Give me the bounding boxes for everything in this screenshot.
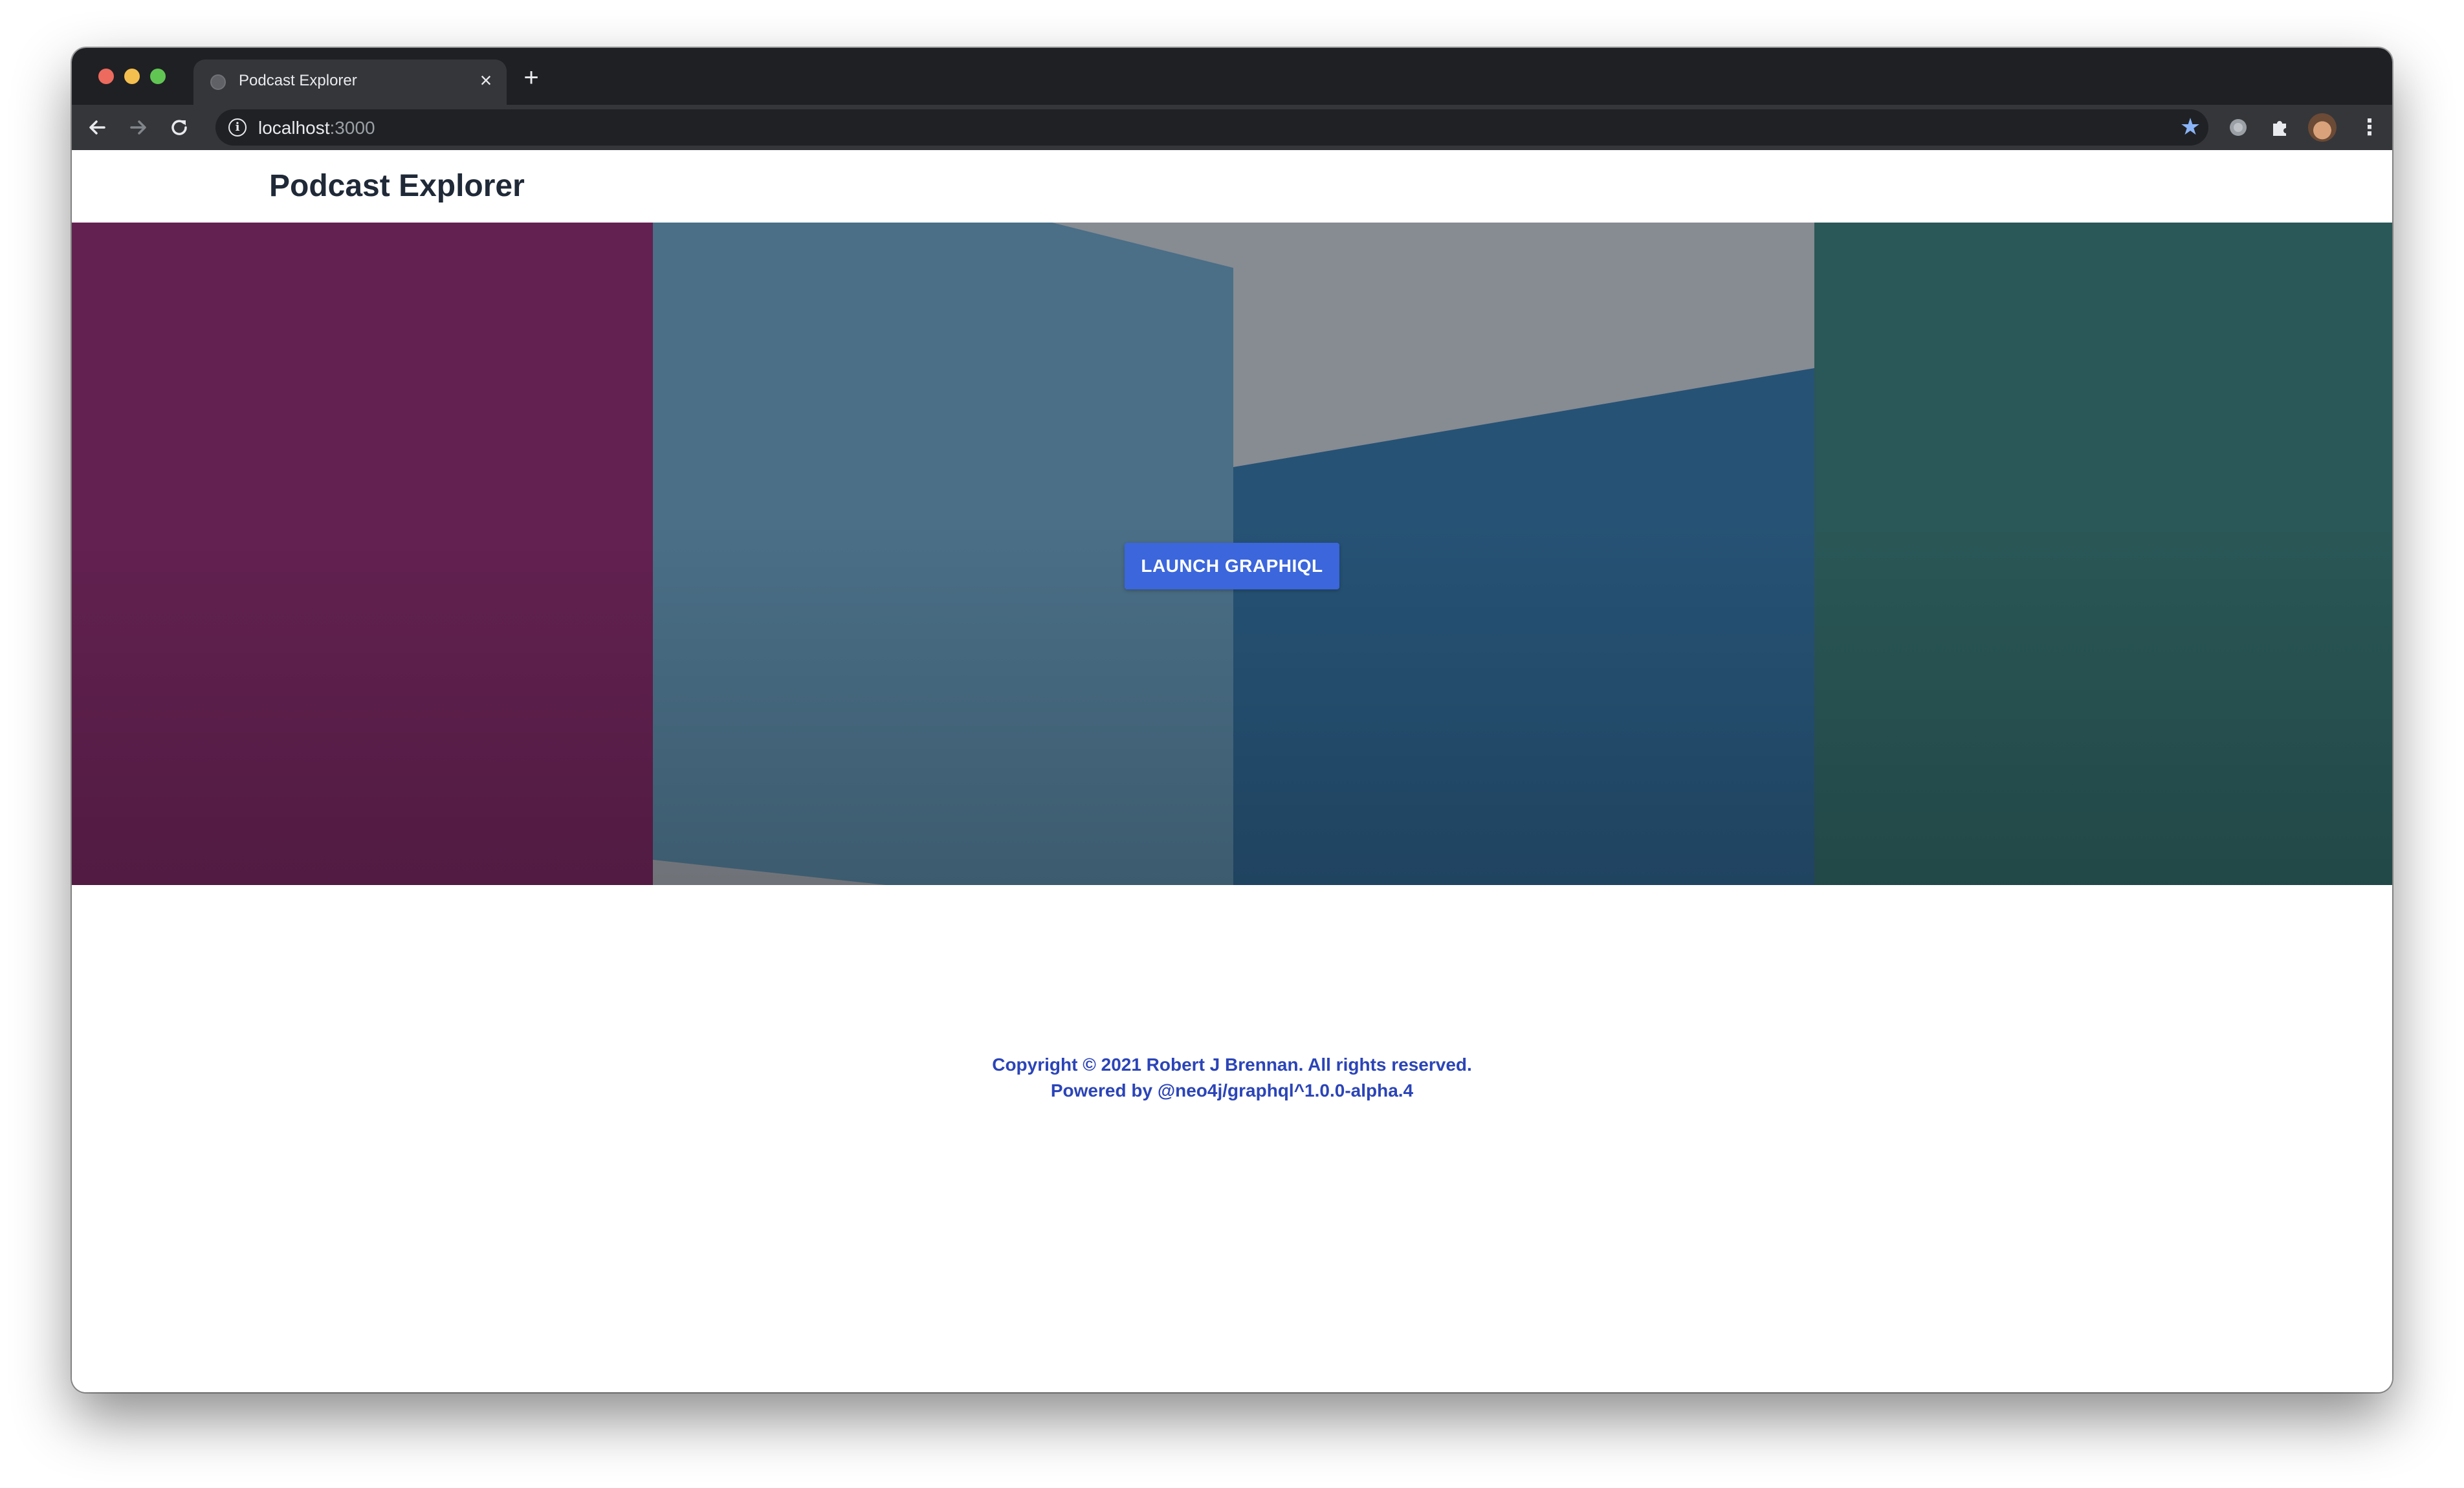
close-tab-icon[interactable]: × [474, 69, 498, 92]
page-content: Podcast Explorer LAUNCH GRAPHIQL Copyrig… [72, 150, 2392, 1392]
page-title: Podcast Explorer [269, 169, 525, 203]
page-footer: Copyright © 2021 Robert J Brennan. All r… [72, 1052, 2392, 1104]
browser-titlebar: Podcast Explorer × + [72, 48, 2392, 105]
back-arrow-icon[interactable] [85, 115, 111, 140]
zoom-window-button[interactable] [150, 69, 166, 84]
copyright-text: Copyright © 2021 Robert J Brennan. All r… [992, 1055, 1472, 1075]
extension-icon[interactable] [2227, 116, 2250, 139]
app-header: Podcast Explorer [72, 150, 2392, 223]
browser-toolbar: i localhost:3000 ★ ⋮ [72, 105, 2392, 151]
new-tab-icon[interactable]: + [518, 65, 544, 91]
info-icon[interactable]: i [228, 118, 247, 137]
powered-by-text: Powered by @neo4j/graphql^1.0.0-alpha.4 [1050, 1080, 1414, 1100]
hero-banner: LAUNCH GRAPHIQL [72, 223, 2392, 885]
star-icon[interactable]: ★ [2179, 115, 2202, 138]
browser-window: Podcast Explorer × + i localhost:3000 ★ [72, 48, 2392, 1392]
browser-tab[interactable]: Podcast Explorer × [193, 60, 507, 105]
close-window-button[interactable] [98, 69, 114, 84]
url-port: :3000 [329, 118, 375, 138]
puzzle-icon[interactable] [2268, 116, 2291, 139]
more-menu-icon[interactable]: ⋮ [2359, 115, 2381, 140]
address-bar[interactable]: i localhost:3000 ★ [215, 109, 2208, 146]
launch-graphiql-button[interactable]: LAUNCH GRAPHIQL [1125, 543, 1339, 589]
minimize-window-button[interactable] [124, 69, 140, 84]
url-text: localhost:3000 [258, 118, 375, 138]
globe-icon [210, 74, 226, 90]
reload-icon[interactable] [166, 115, 192, 140]
url-host: localhost [258, 118, 330, 138]
avatar[interactable] [2308, 113, 2337, 142]
forward-arrow-icon[interactable] [125, 115, 151, 140]
tab-title: Podcast Explorer [239, 72, 357, 89]
